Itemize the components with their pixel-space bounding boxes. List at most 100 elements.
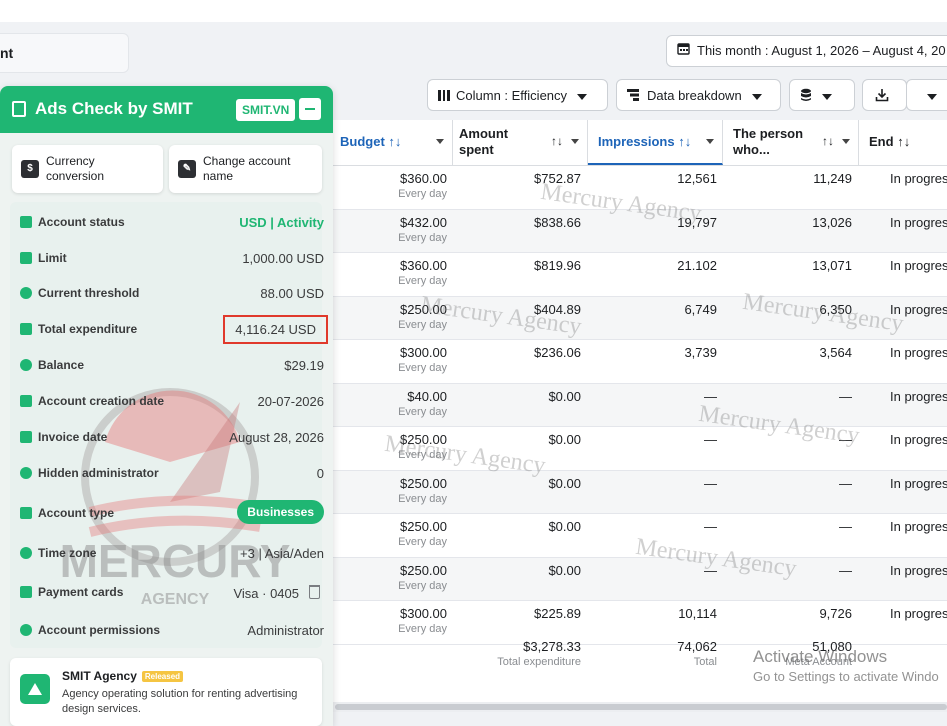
invoice-date-label: Invoice date <box>38 430 108 444</box>
amount-spent-value: $0.00 <box>548 519 581 534</box>
smit-agency-logo-icon <box>20 674 50 704</box>
header-person-line1: The person <box>733 126 804 141</box>
expenditure-label: Total expenditure <box>38 322 138 336</box>
top-band <box>0 0 947 22</box>
header-impressions-label: Impressions <box>598 134 675 149</box>
impressions-value: 21.102 <box>677 258 717 273</box>
smit-link-badge[interactable]: SMIT.VN <box>236 99 296 121</box>
balance-value: $29.19 <box>284 358 324 373</box>
creation-date-label: Account creation date <box>38 394 165 408</box>
table-row[interactable]: $250.00 Every day $0.00— — In progres <box>300 427 947 471</box>
end-cell: In progres <box>890 302 947 317</box>
minimize-button[interactable] <box>299 98 321 120</box>
payment-label: Payment cards <box>38 585 124 599</box>
date-range-picker[interactable]: This month : August 1, 2026 – August 4, … <box>666 35 947 67</box>
reports-dropdown[interactable] <box>789 79 855 111</box>
table-header: Budget ↑↓ Amount spent ↑↓ Impressions ↑↓ … <box>300 120 947 166</box>
person-cell: 6,350 <box>730 302 852 317</box>
person-value: 9,726 <box>819 606 852 621</box>
impressions-cell: 21.102 <box>590 258 717 273</box>
timezone-label: Time zone <box>38 546 97 560</box>
budget-value: $300.00 <box>400 606 447 621</box>
table-row[interactable]: $40.00 Every day $0.00— — In progres <box>300 383 947 427</box>
released-badge: Released <box>141 671 184 682</box>
row-creation-date: Account creation date 20-07-2026 <box>20 391 324 413</box>
horizontal-scrollbar[interactable] <box>335 704 947 710</box>
currency-conversion-button[interactable]: $ Currency conversion <box>12 145 163 193</box>
person-value: — <box>839 432 852 447</box>
impressions-cell: 3,739 <box>590 345 717 360</box>
table-row[interactable]: $250.00 Every day $0.00— — In progres <box>300 557 947 601</box>
total-spent: $3,278.33 Total expenditure <box>450 639 581 668</box>
person-value: — <box>839 475 852 491</box>
threshold-label: Current threshold <box>38 286 140 300</box>
table-row[interactable]: $250.00 Every day $404.89 6,749 6,350 In prog… <box>300 296 947 340</box>
total-spent-value: $3,278.33 <box>523 639 581 654</box>
end-cell: In progres <box>890 476 947 491</box>
table-row[interactable]: $250.00 Every day $0.00— — In progres <box>300 470 947 514</box>
amount-spent-value: $0.00 <box>548 388 581 404</box>
receipt-icon <box>20 323 32 335</box>
budget-value: $250.00 <box>400 432 447 447</box>
shield-icon <box>20 467 32 479</box>
header-person[interactable]: The person who... ↑↓ <box>723 120 859 165</box>
end-value: In progres <box>890 475 947 491</box>
impressions-cell: — <box>590 563 717 578</box>
hidden-admin-label: Hidden administrator <box>38 466 159 480</box>
total-impressions: 74,062 Total <box>590 639 717 668</box>
table-row[interactable]: $360.00 Every day $752.87 12,561 11,249 In pr… <box>300 166 947 210</box>
chevron-down-icon <box>927 93 937 100</box>
header-impressions[interactable]: Impressions ↑↓ <box>588 120 723 165</box>
header-amount-spent[interactable]: Amount spent ↑↓ <box>453 120 588 165</box>
rename-line2: name <box>203 169 234 183</box>
account-tab[interactable]: nt <box>0 33 129 73</box>
end-value: In progres <box>890 432 947 447</box>
invoice-date-value: August 28, 2026 <box>229 430 324 445</box>
row-payment-cards: Payment cards Visa · 0405 <box>20 582 324 604</box>
chevron-down-icon <box>577 93 588 100</box>
table-row[interactable]: $432.00 Every day $838.66 19,797 13,026 In pr… <box>300 209 947 253</box>
header-end[interactable]: End ↑↓ <box>859 120 947 165</box>
person-cell: 13,026 <box>730 215 852 230</box>
sort-icon: ↑↓ <box>678 134 692 149</box>
row-limit: Limit 1,000.00 USD <box>20 248 324 270</box>
breakdown-label: Data breakdown <box>647 88 742 103</box>
impressions-value: 3,739 <box>684 345 717 360</box>
end-value: In progres <box>890 519 947 534</box>
budget-value: $250.00 <box>400 519 447 534</box>
person-cell: 11,249 <box>730 171 852 186</box>
permissions-value: Administrator <box>247 623 324 638</box>
breakdown-dropdown[interactable]: Data breakdown <box>616 79 781 111</box>
columns-dropdown[interactable]: Column : Efficiency <box>427 79 608 111</box>
row-balance: Balance $29.19 <box>20 355 324 377</box>
calendar-icon <box>20 395 32 407</box>
person-value: — <box>839 562 852 578</box>
table-row[interactable]: $250.00 Every day $0.00— — In progres <box>300 514 947 558</box>
impressions-cell: — <box>590 476 717 491</box>
amount-spent-value: $0.00 <box>548 562 581 578</box>
amount-spent-cell: $0.00 <box>450 519 581 534</box>
export-button[interactable] <box>862 79 907 111</box>
amount-spent-cell: $404.89 <box>450 302 581 317</box>
sort-icon: ↑↓ <box>897 134 911 149</box>
more-dropdown[interactable] <box>906 79 947 111</box>
trash-icon[interactable] <box>309 585 320 599</box>
amount-spent-value: $752.87 <box>534 171 581 186</box>
amount-spent-cell: $819.96 <box>450 258 581 273</box>
smit-agency-promo[interactable]: SMIT Agency Released Agency operating sol… <box>10 658 322 726</box>
amount-spent-cell: $0.00 <box>450 432 581 447</box>
limit-value: 1,000.00 USD <box>242 251 324 266</box>
budget-value: $40.00 <box>407 388 447 404</box>
invoice-icon <box>20 431 32 443</box>
table-row[interactable]: $300.00 Every day $236.06 3,739 3,564 In prog… <box>300 340 947 384</box>
account-tab-label: nt <box>0 45 14 61</box>
person-value: — <box>839 519 852 534</box>
change-account-name-button[interactable]: ✎ Change account name <box>169 145 322 193</box>
amount-spent-cell: $752.87 <box>450 171 581 186</box>
reports-icon <box>800 82 812 101</box>
end-cell: In progres <box>890 258 947 273</box>
calendar-icon <box>677 36 691 66</box>
table-row[interactable]: $360.00 Every day $819.96 21.102 13,071 In pr… <box>300 253 947 297</box>
impressions-value: 10,114 <box>678 606 717 621</box>
end-cell: In progres <box>890 389 947 404</box>
